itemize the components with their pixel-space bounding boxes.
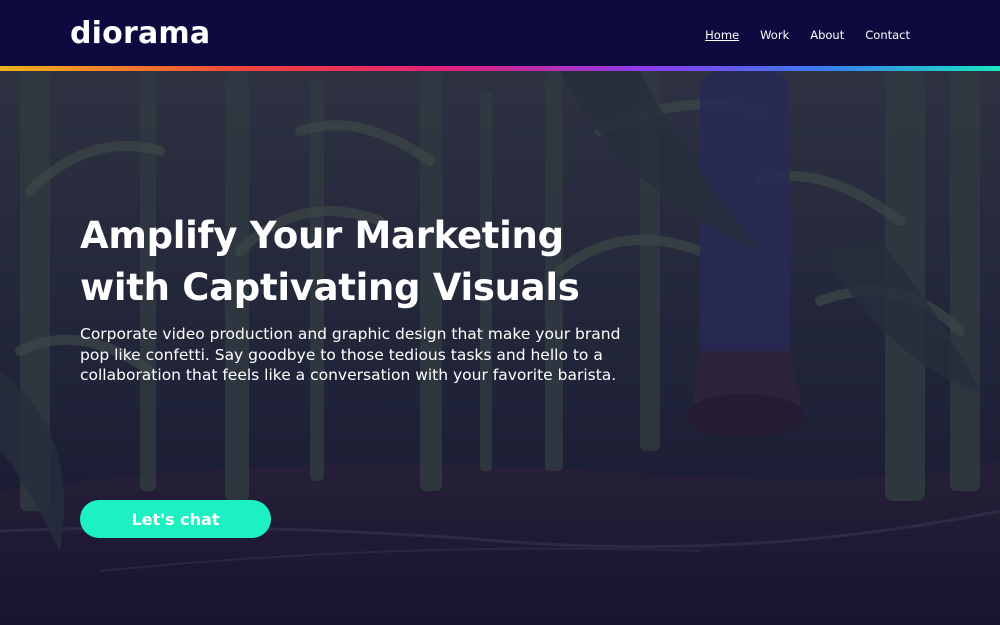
hero-headline-line-2: with Captivating Visuals <box>80 266 580 309</box>
hero-subtext: Corporate video production and graphic d… <box>80 325 621 384</box>
logo[interactable]: diorama <box>70 14 210 54</box>
main-nav: Home Work About Contact <box>705 26 910 44</box>
landing-page: diorama Home Work About Contact Amplify … <box>0 0 1000 625</box>
rainbow-divider <box>0 66 1000 71</box>
nav-work-link[interactable]: Work <box>760 26 789 44</box>
hero-headline-line-1: Amplify Your Marketing <box>80 214 564 257</box>
hero-content: Amplify Your Marketing with Captivating … <box>80 210 660 386</box>
nav-contact-link[interactable]: Contact <box>865 26 910 44</box>
hero-headline: Amplify Your Marketing with Captivating … <box>80 210 660 314</box>
nav-about-link[interactable]: About <box>810 26 844 44</box>
nav-home-link[interactable]: Home <box>705 26 739 44</box>
lets-chat-button[interactable]: Let's chat <box>80 500 271 538</box>
site-header: diorama Home Work About Contact <box>0 0 1000 66</box>
